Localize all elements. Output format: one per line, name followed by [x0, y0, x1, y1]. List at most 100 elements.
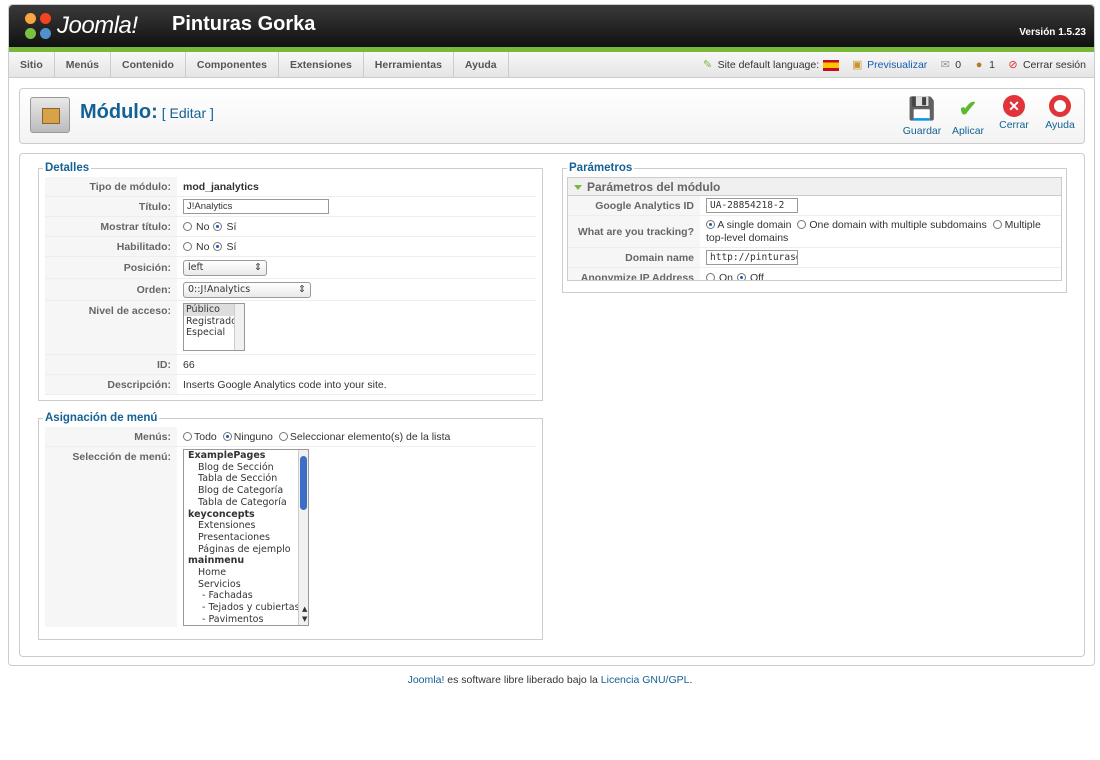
- menu-list-option[interactable]: Tabla de Categoría: [186, 497, 308, 509]
- menus-all-label: Todo: [194, 430, 217, 443]
- ga-id-label: Google Analytics ID: [568, 196, 700, 215]
- messages-indicator[interactable]: ✉ 0: [939, 59, 961, 71]
- tracking-multiple-radio[interactable]: [992, 220, 1002, 230]
- position-value: left: [188, 262, 204, 273]
- mail-icon: ✉: [940, 59, 950, 71]
- menu-items-container: ExamplePages Blog de Sección Tabla de Secc…: [184, 450, 308, 625]
- menus-all-radio[interactable]: [183, 432, 192, 441]
- title-input[interactable]: J!Analytics: [183, 199, 329, 214]
- save-icon: 💾: [908, 96, 936, 121]
- access-label: Nivel de acceso:: [45, 301, 177, 354]
- logout-label[interactable]: Cerrar sesión: [1023, 59, 1086, 71]
- ga-id-input[interactable]: UA-28854218-2: [706, 198, 798, 213]
- module-params-header[interactable]: Parámetros del módulo: [568, 178, 1061, 196]
- row-ga-id: Google Analytics ID UA-28854218-2: [568, 196, 1061, 216]
- site-name: Pinturas Gorka: [172, 13, 316, 35]
- users-icon: ●: [975, 59, 983, 71]
- page-subtitle: [ Editar ]: [161, 105, 214, 121]
- menu-list-option[interactable]: Blog de Sección: [186, 462, 308, 474]
- menu-list-option[interactable]: Blog de Categoría: [186, 485, 308, 497]
- preview-link[interactable]: ▣ Previsualizar: [851, 59, 927, 71]
- show-title-label: Mostrar título:: [45, 217, 177, 236]
- close-button[interactable]: ✕ Cerrar: [996, 95, 1032, 137]
- license-link[interactable]: Licencia GNU/GPL: [601, 674, 690, 686]
- save-label: Guardar: [902, 125, 942, 137]
- joomla-logo: Joomla!: [23, 9, 138, 43]
- menu-list-option[interactable]: Presentaciones: [186, 532, 308, 544]
- menu-componentes[interactable]: Componentes: [186, 52, 279, 77]
- menus-select-radio[interactable]: [278, 432, 288, 441]
- menu-list-option[interactable]: ExamplePages: [186, 450, 308, 462]
- position-label: Posición:: [45, 257, 177, 278]
- anonymize-on-radio[interactable]: [706, 273, 715, 280]
- preview-label[interactable]: Previsualizar: [867, 59, 927, 71]
- menu-selection-list[interactable]: ExamplePages Blog de Sección Tabla de Secc…: [183, 449, 309, 626]
- apply-button[interactable]: ✔ Aplicar: [950, 95, 986, 137]
- access-level-list[interactable]: Público Registrado Especial: [183, 303, 245, 351]
- menu-contenido[interactable]: Contenido: [111, 52, 186, 77]
- show-title-no-radio[interactable]: [183, 222, 192, 231]
- menu-list-option[interactable]: - Tejados y cubiertas: [186, 602, 308, 614]
- scrollbar-thumb[interactable]: [300, 456, 307, 510]
- footer: Joomla! es software libre liberado bajo …: [0, 674, 1100, 686]
- joomla-logo-icon: [23, 11, 53, 41]
- position-select[interactable]: left ⇕: [183, 259, 267, 276]
- menu-ayuda[interactable]: Ayuda: [454, 52, 509, 77]
- row-anonymize: Anonymize IP Address On Off: [568, 268, 1061, 280]
- users-indicator[interactable]: ● 1: [973, 59, 995, 71]
- spain-flag-icon: [823, 59, 840, 71]
- tracking-subdomains-radio[interactable]: [797, 220, 807, 230]
- status-area: ✎ Site default language: ▣ Previsualizar…: [702, 52, 1086, 78]
- footer-suffix: .: [689, 674, 693, 686]
- anonymize-off-radio[interactable]: [737, 273, 747, 280]
- menu-list-option[interactable]: - Fachadas: [186, 590, 308, 602]
- menu-list-option[interactable]: Home: [186, 567, 308, 579]
- enabled-no-radio[interactable]: [183, 242, 192, 251]
- tracking-single-label: A single domain: [717, 218, 792, 231]
- menu-extensiones[interactable]: Extensiones: [279, 52, 364, 77]
- select-arrows-icon: ⇕: [254, 262, 262, 273]
- menus-none-radio[interactable]: [222, 432, 232, 441]
- enabled-yes-radio[interactable]: [213, 242, 223, 251]
- menu-list-option[interactable]: mainmenu: [186, 555, 308, 567]
- menu-list-option[interactable]: Servicios: [186, 579, 308, 591]
- list-scrollbar[interactable]: ▲ ▼: [298, 450, 308, 625]
- menu-herramientas[interactable]: Herramientas: [364, 52, 454, 77]
- joomla-link[interactable]: Joomla!: [408, 674, 445, 686]
- checkmark-icon: ✔: [958, 96, 978, 121]
- domain-input[interactable]: http://pinturasgork: [706, 250, 798, 265]
- close-label: Cerrar: [999, 119, 1029, 131]
- menu-list-option[interactable]: Extensiones: [186, 520, 308, 532]
- module-icon: [30, 97, 70, 133]
- select-arrows-icon: ⇕: [298, 284, 306, 295]
- details-fieldset: Detalles Tipo de módulo: mod_janalytics …: [38, 162, 543, 401]
- footer-text: es software libre liberado bajo la: [444, 674, 601, 686]
- scroll-down-icon[interactable]: ▼: [300, 615, 307, 623]
- help-button[interactable]: Ayuda: [1042, 95, 1078, 137]
- row-enabled: Habilitado: No Sí: [45, 237, 536, 257]
- menu-list-option[interactable]: Tabla de Sección: [186, 473, 308, 485]
- version-label: Versión 1.5.23: [1019, 27, 1086, 38]
- menus-none-label: Ninguno: [233, 430, 273, 443]
- description-label: Descripción:: [45, 375, 177, 394]
- toolbar-buttons: 💾 Guardar ✔ Aplicar ✕ Cerrar Ayuda: [902, 95, 1078, 137]
- order-label: Orden:: [45, 279, 177, 300]
- list-scrollbar[interactable]: [234, 304, 244, 350]
- logout-link[interactable]: ⊘ Cerrar sesión: [1007, 59, 1086, 71]
- menu-list-option[interactable]: Páginas de ejemplo: [186, 544, 308, 556]
- show-title-yes-radio[interactable]: [213, 222, 223, 231]
- order-select[interactable]: 0::J!Analytics ⇕: [183, 281, 311, 298]
- menus-label: Menús:: [45, 427, 177, 446]
- tracking-single-radio[interactable]: [706, 220, 715, 230]
- row-position: Posición: left ⇕: [45, 257, 536, 279]
- menu-list-option[interactable]: keyconcepts: [186, 509, 308, 521]
- users-count: 1: [989, 59, 995, 71]
- save-button[interactable]: 💾 Guardar: [902, 95, 942, 137]
- menu-menus[interactable]: Menús: [55, 52, 112, 77]
- scroll-up-icon[interactable]: ▲: [300, 605, 307, 613]
- menu-sitio[interactable]: Sitio: [9, 52, 55, 77]
- menu-list-option[interactable]: - Pavimentos: [186, 614, 308, 625]
- module-type-value: mod_janalytics: [183, 180, 259, 193]
- admin-window: Joomla! Pinturas Gorka Versión 1.5.23 Si…: [8, 4, 1095, 666]
- expand-triangle-icon: [574, 185, 582, 191]
